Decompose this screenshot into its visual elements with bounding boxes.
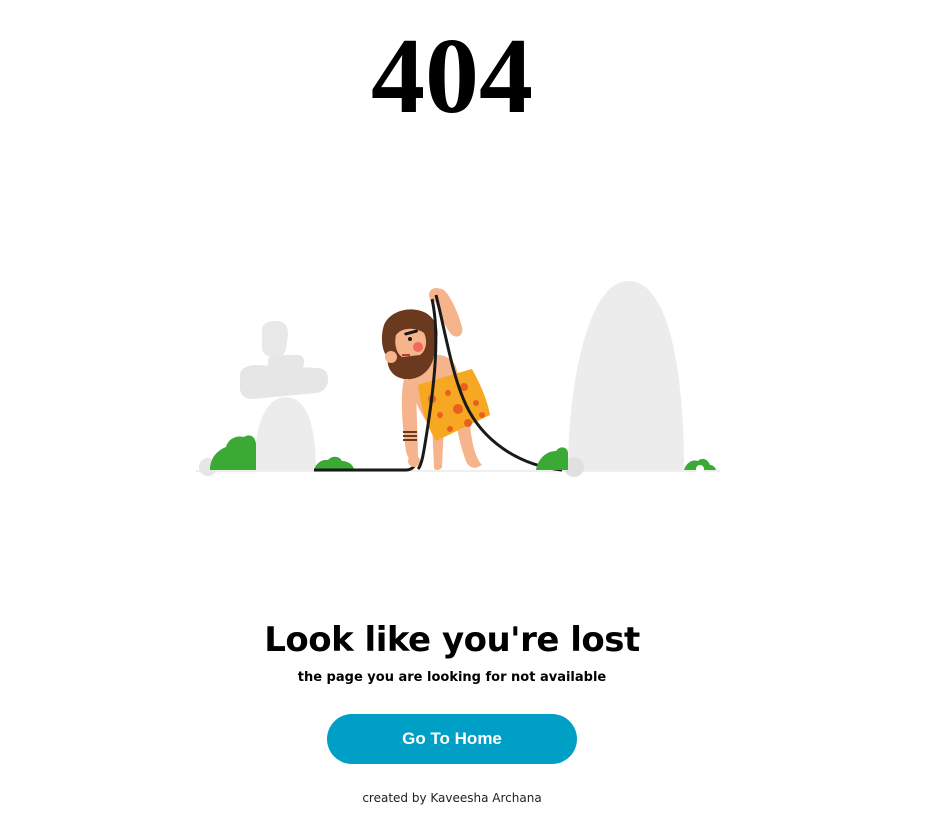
caveman-illustration <box>196 275 720 480</box>
right-big-rock <box>564 281 684 477</box>
footer-credit: created by Kaveesha Archana <box>362 791 542 805</box>
error-code: 404 <box>371 17 533 136</box>
right-bush-left <box>536 447 568 470</box>
go-to-home-button[interactable]: Go To Home <box>327 714 577 764</box>
middle-bush <box>314 456 354 470</box>
left-bush <box>210 435 256 470</box>
subline: the page you are looking for not availab… <box>297 670 607 685</box>
headline: Look like you're lost <box>264 620 640 660</box>
ground-line <box>196 470 720 472</box>
